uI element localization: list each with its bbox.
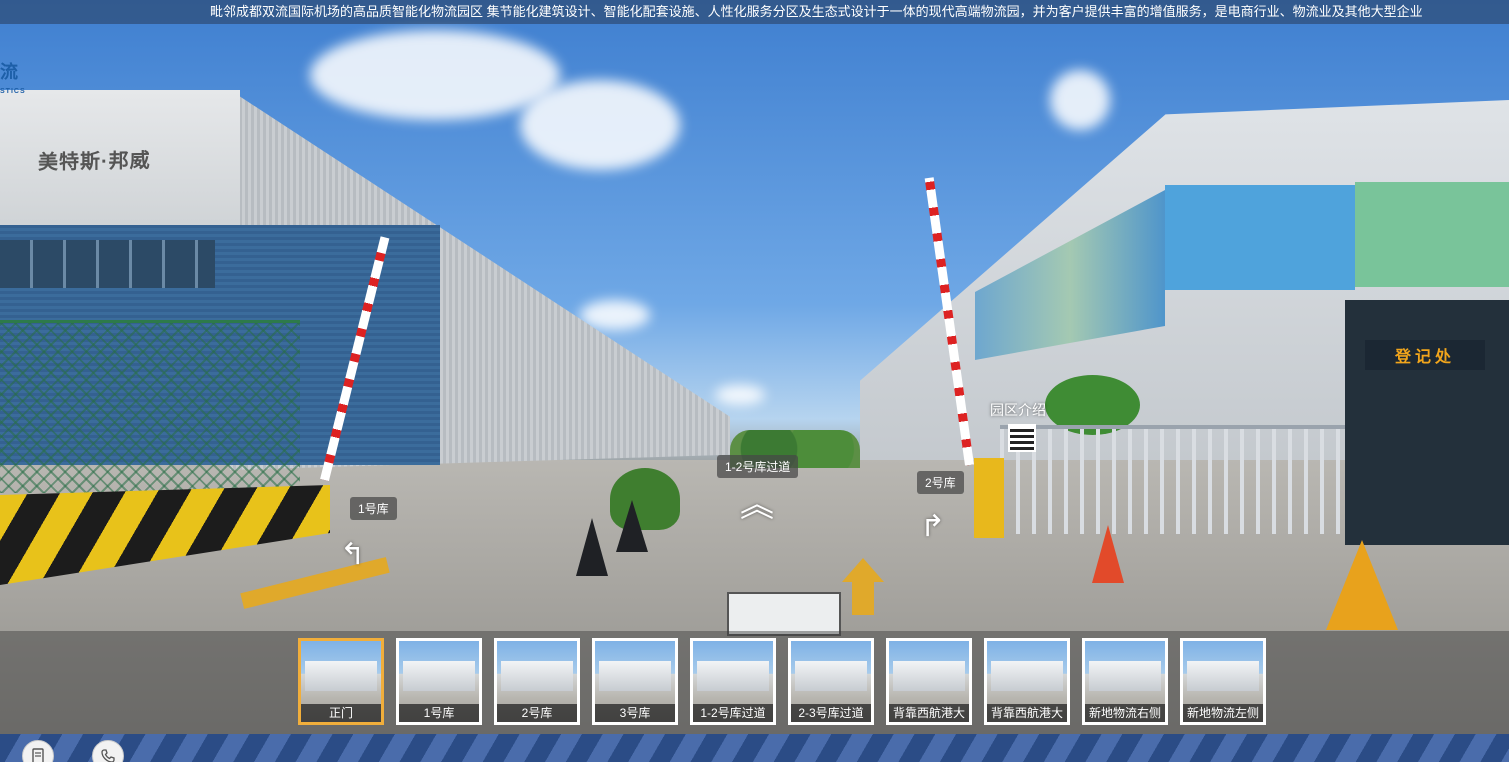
scene-thumbnail[interactable]: 1-2号库过道 xyxy=(690,638,776,725)
phone-icon xyxy=(101,749,115,762)
thumbnail-label: 新地物流右侧 xyxy=(1085,704,1165,722)
thumbnail-image xyxy=(305,661,377,691)
scene-thumbnail-list: 正门 1号库 2号库 3号库 1-2号库过道 2-3号库过道 背靠西航港大 背靠… xyxy=(298,638,1266,725)
turn-right-arrow-icon[interactable]: ↱ xyxy=(920,512,945,542)
hotspot-passage-1-2[interactable]: 1-2号库过道 xyxy=(717,455,799,478)
panorama-viewer[interactable]: 美特斯·邦威 登记处 毗邻成都双流国际机场的高品质智能化物流园区 集节能化建筑设… xyxy=(0,0,1509,762)
scene-thumbnail[interactable]: 新地物流左侧 xyxy=(1180,638,1266,725)
thumbnail-label: 新地物流左侧 xyxy=(1183,704,1263,722)
thumbnail-label: 正门 xyxy=(301,704,381,722)
park-intro-label: 园区介绍 xyxy=(990,402,1046,418)
scene-thumbnail[interactable]: 背靠西航港大 xyxy=(984,638,1070,725)
warehouse-1-windows xyxy=(0,240,215,288)
thumbnail-image xyxy=(795,661,867,691)
thumbnail-label: 背靠西航港大 xyxy=(987,704,1067,722)
marquee-text: 毗邻成都双流国际机场的高品质智能化物流园区 集节能化建筑设计、智能化配套设施、人… xyxy=(210,4,1423,19)
thumbnail-label: 1号库 xyxy=(399,704,479,722)
scene-thumbnail[interactable]: 正门 xyxy=(298,638,384,725)
traffic-cone xyxy=(1326,540,1398,630)
logo: 流 STICS xyxy=(0,62,32,95)
qr-code-icon xyxy=(1008,424,1036,452)
thumbnail-label: 背靠西航港大 xyxy=(889,704,969,722)
thumbnail-label: 2-3号库过道 xyxy=(791,704,871,722)
road-arrow-marking xyxy=(842,558,884,582)
bottom-decor-band xyxy=(0,734,1509,762)
scene-thumbnail[interactable]: 1号库 xyxy=(396,638,482,725)
cloud xyxy=(580,300,650,330)
hotspot-warehouse-2[interactable]: 2号库 xyxy=(917,471,964,494)
warehouse-2-green-panel xyxy=(1355,182,1509,287)
marquee-banner: 毗邻成都双流国际机场的高品质智能化物流园区 集节能化建筑设计、智能化配套设施、人… xyxy=(0,0,1509,24)
gate-post xyxy=(974,458,1004,538)
cloud xyxy=(310,30,560,120)
scene-thumbnail[interactable]: 背靠西航港大 xyxy=(886,638,972,725)
back-left-arrow-icon[interactable]: ↰ xyxy=(340,540,365,570)
traffic-cone xyxy=(1092,525,1124,583)
scene-thumbnail[interactable]: 2号库 xyxy=(494,638,580,725)
thumbnail-label: 1-2号库过道 xyxy=(693,704,773,722)
thumbnail-image xyxy=(893,661,965,691)
warehouse-2-blue-panel xyxy=(1165,185,1355,290)
logo-text: 流 xyxy=(0,62,18,82)
thumbnail-image xyxy=(599,661,671,691)
guardhouse xyxy=(1345,300,1509,545)
hotspot-park-intro[interactable]: 园区介绍 xyxy=(990,400,1060,470)
hotspot-warehouse-1[interactable]: 1号库 xyxy=(350,497,397,520)
logo-subtext: STICS xyxy=(0,88,26,95)
thumbnail-image xyxy=(991,661,1063,691)
guardhouse-sign: 登记处 xyxy=(1365,340,1485,370)
traffic-cone xyxy=(616,500,648,552)
thumbnail-label: 3号库 xyxy=(595,704,675,722)
document-icon xyxy=(32,748,44,762)
thumbnail-image xyxy=(1089,661,1161,691)
building-name-sign: 美特斯·邦威 xyxy=(38,150,151,174)
entry-sign xyxy=(727,592,841,636)
scene-thumbnail[interactable]: 新地物流右侧 xyxy=(1082,638,1168,725)
scene-thumbnail[interactable]: 3号库 xyxy=(592,638,678,725)
cloud xyxy=(1050,70,1110,130)
traffic-cone xyxy=(576,518,608,576)
thumbnail-image xyxy=(403,661,475,691)
thumbnail-image xyxy=(1187,661,1259,691)
thumbnail-image xyxy=(697,661,769,691)
scene-thumbnail[interactable]: 2-3号库过道 xyxy=(788,638,874,725)
forward-chevron-icon[interactable]: ︽ xyxy=(740,488,774,522)
thumbnail-label: 2号库 xyxy=(497,704,577,722)
cloud xyxy=(520,80,680,170)
left-fence xyxy=(0,320,300,493)
cloud xyxy=(715,385,765,405)
thumbnail-image xyxy=(501,661,573,691)
